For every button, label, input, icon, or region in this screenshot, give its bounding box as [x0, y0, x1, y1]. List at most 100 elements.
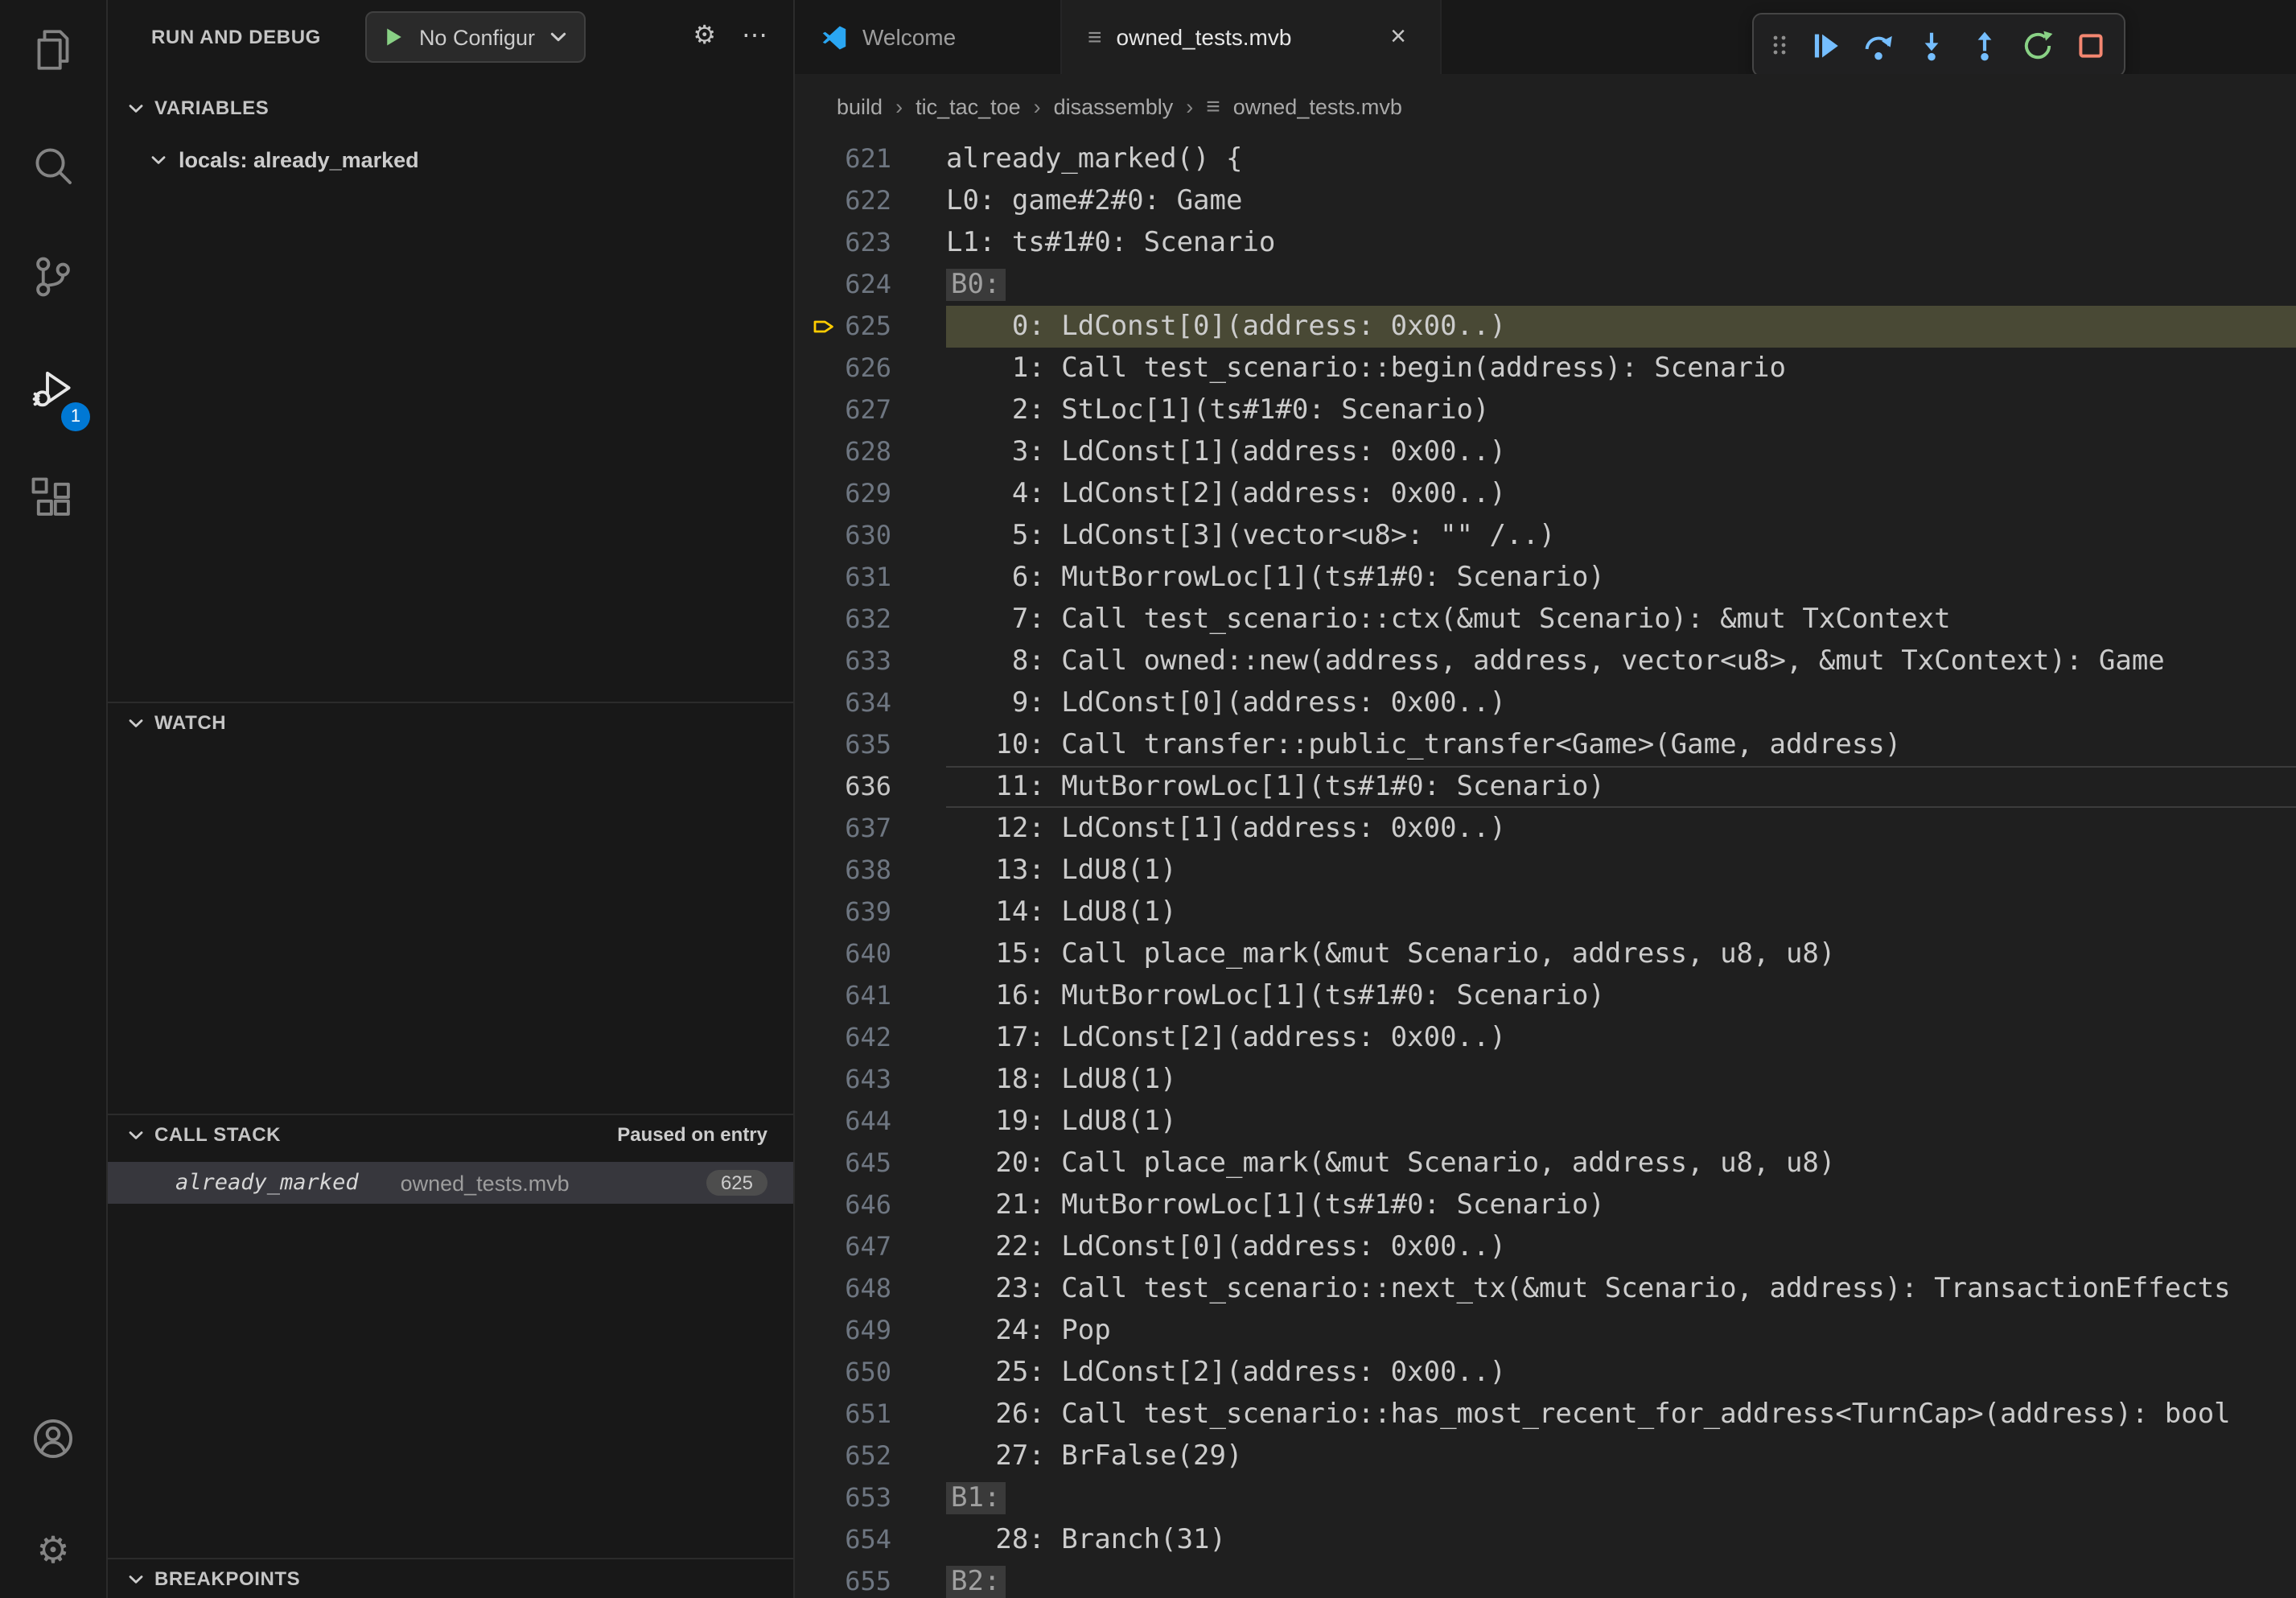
line-gutter[interactable]: 625 — [795, 306, 946, 348]
activity-item-run-debug[interactable]: 1 — [0, 349, 106, 426]
section-header-breakpoints[interactable]: BREAKPOINTS — [108, 1559, 793, 1598]
activity-item-explorer[interactable] — [0, 11, 106, 89]
code-line[interactable]: 629 4: LdConst[2](address: 0x00..) — [795, 473, 2296, 515]
drag-handle-icon[interactable] — [1763, 21, 1796, 69]
code-line[interactable]: 646 21: MutBorrowLoc[1](ts#1#0: Scenario… — [795, 1184, 2296, 1226]
line-gutter[interactable]: 623 — [795, 222, 946, 264]
section-header-call-stack[interactable]: CALL STACK Paused on entry — [108, 1115, 793, 1154]
line-gutter[interactable]: 647 — [795, 1226, 946, 1268]
code-line[interactable]: 624 B0: — [795, 264, 2296, 306]
line-gutter[interactable]: 653 — [795, 1477, 946, 1519]
line-gutter[interactable]: 645 — [795, 1143, 946, 1184]
code-line[interactable]: 621 already_marked() { — [795, 138, 2296, 180]
code-line[interactable]: 645 20: Call place_mark(&mut Scenario, a… — [795, 1143, 2296, 1184]
step-over-button[interactable] — [1854, 21, 1902, 69]
code-line[interactable]: 643 18: LdU8(1) — [795, 1059, 2296, 1101]
code-line[interactable]: 654 28: Branch(31) — [795, 1519, 2296, 1561]
line-gutter[interactable]: 628 — [795, 431, 946, 473]
code-line[interactable]: 653 B1: — [795, 1477, 2296, 1519]
line-gutter[interactable]: 648 — [795, 1268, 946, 1310]
code-line[interactable]: 637 12: LdConst[1](address: 0x00..) — [795, 808, 2296, 850]
line-gutter[interactable]: 642 — [795, 1017, 946, 1059]
stop-button[interactable] — [2066, 21, 2114, 69]
code-line[interactable]: 628 3: LdConst[1](address: 0x00..) — [795, 431, 2296, 473]
code-line[interactable]: 650 25: LdConst[2](address: 0x00..) — [795, 1352, 2296, 1394]
code-line[interactable]: 631 6: MutBorrowLoc[1](ts#1#0: Scenario) — [795, 557, 2296, 599]
code-line[interactable]: 655 B2: — [795, 1561, 2296, 1598]
more-actions-icon[interactable]: ⋯ — [742, 24, 767, 50]
line-gutter[interactable]: 635 — [795, 724, 946, 766]
section-header-watch[interactable]: WATCH — [108, 703, 793, 742]
code-line[interactable]: 635 10: Call transfer::public_transfer<G… — [795, 724, 2296, 766]
code-line[interactable]: 641 16: MutBorrowLoc[1](ts#1#0: Scenario… — [795, 975, 2296, 1017]
section-header-variables[interactable]: VARIABLES — [108, 89, 793, 127]
line-gutter[interactable]: 636 — [795, 766, 946, 808]
line-gutter[interactable]: 650 — [795, 1352, 946, 1394]
line-gutter[interactable]: 622 — [795, 180, 946, 222]
line-gutter[interactable]: 643 — [795, 1059, 946, 1101]
breadcrumb-item-build[interactable]: build — [837, 94, 883, 118]
activity-item-account[interactable] — [0, 1400, 106, 1477]
line-gutter[interactable]: 637 — [795, 808, 946, 850]
tab-welcome[interactable]: Welcome — [795, 0, 1062, 74]
line-gutter[interactable]: 640 — [795, 933, 946, 975]
code-line[interactable]: 630 5: LdConst[3](vector<u8>: "" /..) — [795, 515, 2296, 557]
line-gutter[interactable]: 632 — [795, 599, 946, 640]
call-stack-frame[interactable]: already_marked owned_tests.mvb 625 — [108, 1162, 793, 1204]
tab-owned-tests[interactable]: ≡ owned_tests.mvb × — [1062, 0, 1442, 74]
close-icon[interactable]: × — [1382, 21, 1414, 53]
code-line[interactable]: 632 7: Call test_scenario::ctx(&mut Scen… — [795, 599, 2296, 640]
locals-row[interactable]: locals: already_marked — [108, 138, 793, 180]
activity-item-extensions[interactable] — [0, 460, 106, 537]
line-gutter[interactable]: 651 — [795, 1394, 946, 1435]
activity-item-settings[interactable]: ⚙ — [0, 1511, 106, 1588]
code-line[interactable]: 622 L0: game#2#0: Game — [795, 180, 2296, 222]
activity-item-search[interactable] — [0, 127, 106, 204]
line-gutter[interactable]: 641 — [795, 975, 946, 1017]
line-gutter[interactable]: 629 — [795, 473, 946, 515]
line-gutter[interactable]: 638 — [795, 850, 946, 892]
code-line[interactable]: 639 14: LdU8(1) — [795, 892, 2296, 933]
code-line[interactable]: 647 22: LdConst[0](address: 0x00..) — [795, 1226, 2296, 1268]
code-line[interactable]: 651 26: Call test_scenario::has_most_rec… — [795, 1394, 2296, 1435]
line-gutter[interactable]: 652 — [795, 1435, 946, 1477]
restart-button[interactable] — [2013, 21, 2061, 69]
gear-icon[interactable]: ⚙ — [693, 24, 716, 50]
activity-item-source-control[interactable] — [0, 238, 106, 315]
code-line[interactable]: 625 0: LdConst[0](address: 0x00..) — [795, 306, 2296, 348]
line-gutter[interactable]: 626 — [795, 348, 946, 389]
line-gutter[interactable]: 654 — [795, 1519, 946, 1561]
code-line[interactable]: 626 1: Call test_scenario::begin(address… — [795, 348, 2296, 389]
code-line[interactable]: 644 19: LdU8(1) — [795, 1101, 2296, 1143]
step-into-button[interactable] — [1907, 21, 1955, 69]
line-gutter[interactable]: 646 — [795, 1184, 946, 1226]
breadcrumb-item-disassembly[interactable]: disassembly — [1054, 94, 1174, 118]
code-line[interactable]: 634 9: LdConst[0](address: 0x00..) — [795, 682, 2296, 724]
line-gutter[interactable]: 655 — [795, 1561, 946, 1598]
step-out-button[interactable] — [1960, 21, 2008, 69]
line-gutter[interactable]: 649 — [795, 1310, 946, 1352]
code-line[interactable]: 627 2: StLoc[1](ts#1#0: Scenario) — [795, 389, 2296, 431]
breadcrumb-item-tic-tac-toe[interactable]: tic_tac_toe — [916, 94, 1021, 118]
code-line[interactable]: 636 11: MutBorrowLoc[1](ts#1#0: Scenario… — [795, 766, 2296, 808]
code-line[interactable]: 649 24: Pop — [795, 1310, 2296, 1352]
code-line[interactable]: 642 17: LdConst[2](address: 0x00..) — [795, 1017, 2296, 1059]
code-line[interactable]: 633 8: Call owned::new(address, address,… — [795, 640, 2296, 682]
code-line[interactable]: 652 27: BrFalse(29) — [795, 1435, 2296, 1477]
line-gutter[interactable]: 630 — [795, 515, 946, 557]
line-gutter[interactable]: 634 — [795, 682, 946, 724]
code-line[interactable]: 638 13: LdU8(1) — [795, 850, 2296, 892]
line-gutter[interactable]: 633 — [795, 640, 946, 682]
code-line[interactable]: 640 15: Call place_mark(&mut Scenario, a… — [795, 933, 2296, 975]
code-line[interactable]: 648 23: Call test_scenario::next_tx(&mut… — [795, 1268, 2296, 1310]
line-gutter[interactable]: 621 — [795, 138, 946, 180]
breadcrumb-item-file[interactable]: owned_tests.mvb — [1233, 94, 1402, 118]
code-area[interactable]: 621 already_marked() { 622 L0: game#2#0:… — [795, 138, 2296, 1598]
line-gutter[interactable]: 639 — [795, 892, 946, 933]
line-gutter[interactable]: 627 — [795, 389, 946, 431]
continue-button[interactable] — [1800, 21, 1849, 69]
line-gutter[interactable]: 644 — [795, 1101, 946, 1143]
debug-config-dropdown[interactable]: No Configur — [366, 11, 585, 63]
code-line[interactable]: 623 L1: ts#1#0: Scenario — [795, 222, 2296, 264]
line-gutter[interactable]: 624 — [795, 264, 946, 306]
